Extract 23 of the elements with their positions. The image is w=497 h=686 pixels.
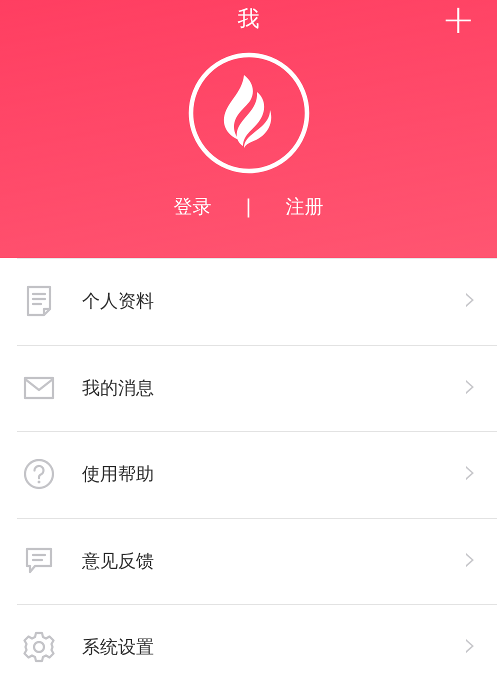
menu-item[interactable]: 使用帮助 › [0,431,497,518]
settings-icon [23,631,55,664]
menu-label: 个人资料 [82,290,155,314]
menu-label: 我的消息 [82,376,155,400]
menu-label: 系统设置 [82,636,155,660]
page-title: 我 [238,6,260,34]
menu-label: 意见反馈 [82,550,155,573]
chevron-icon: › [463,282,477,316]
menu-label: 使用帮助 [82,463,155,486]
help-icon [23,458,55,490]
chevron-icon: › [463,455,477,490]
menu-item[interactable]: 意见反馈 › [0,518,497,604]
document-icon [26,285,52,318]
chevron-icon: › [463,368,477,403]
flame-logo-icon [188,52,310,174]
chat-icon [25,546,53,575]
envelope-icon [23,376,55,400]
menu-item[interactable]: 个人资料 › [0,258,497,344]
menu-item[interactable]: 系统设置 › [0,604,497,686]
separator: | [244,196,253,218]
chevron-icon: › [463,542,477,576]
chevron-icon: › [463,628,477,662]
menu-item[interactable]: 我的消息 › [0,344,497,431]
